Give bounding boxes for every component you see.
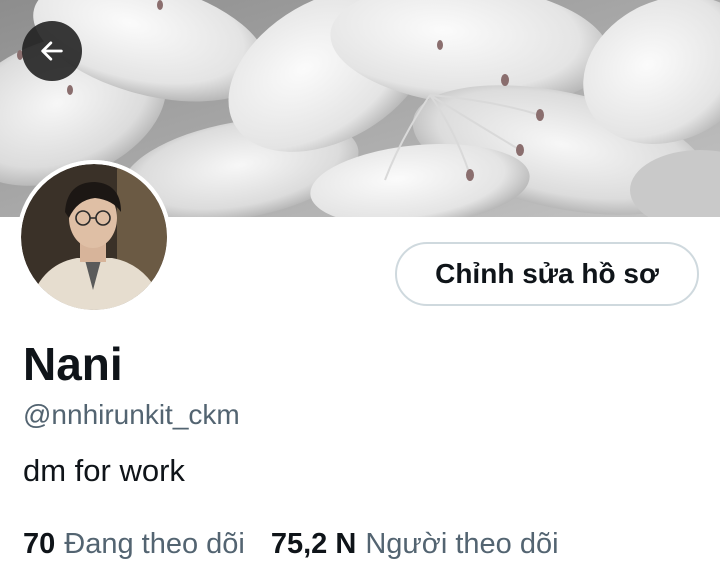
followers-label: Người theo dõi <box>365 528 559 560</box>
follow-stats: 70 Đang theo dõi 75,2 N Người theo dõi <box>23 524 559 564</box>
following-link[interactable]: 70 Đang theo dõi <box>23 524 245 564</box>
user-handle: @nnhirunkit_ckm <box>23 399 240 430</box>
followers-count: 75,2 N <box>270 528 357 560</box>
profile-bio: dm for work <box>23 453 185 488</box>
edit-profile-button[interactable]: Chỉnh sửa hồ sơ <box>395 242 699 306</box>
following-count: 70 <box>23 528 56 560</box>
edit-profile-label: Chỉnh sửa hồ sơ <box>435 258 659 289</box>
following-label: Đang theo dõi <box>64 528 245 560</box>
profile-page: Chỉnh sửa hồ sơ Nani @nnhirunkit_ckm dm … <box>0 0 720 576</box>
display-name: Nani <box>23 338 123 390</box>
avatar[interactable] <box>17 160 171 314</box>
back-button[interactable] <box>22 21 82 81</box>
arrow-left-icon <box>41 41 63 61</box>
avatar-image <box>17 160 171 314</box>
followers-link[interactable]: 75,2 N Người theo dõi <box>271 524 559 564</box>
